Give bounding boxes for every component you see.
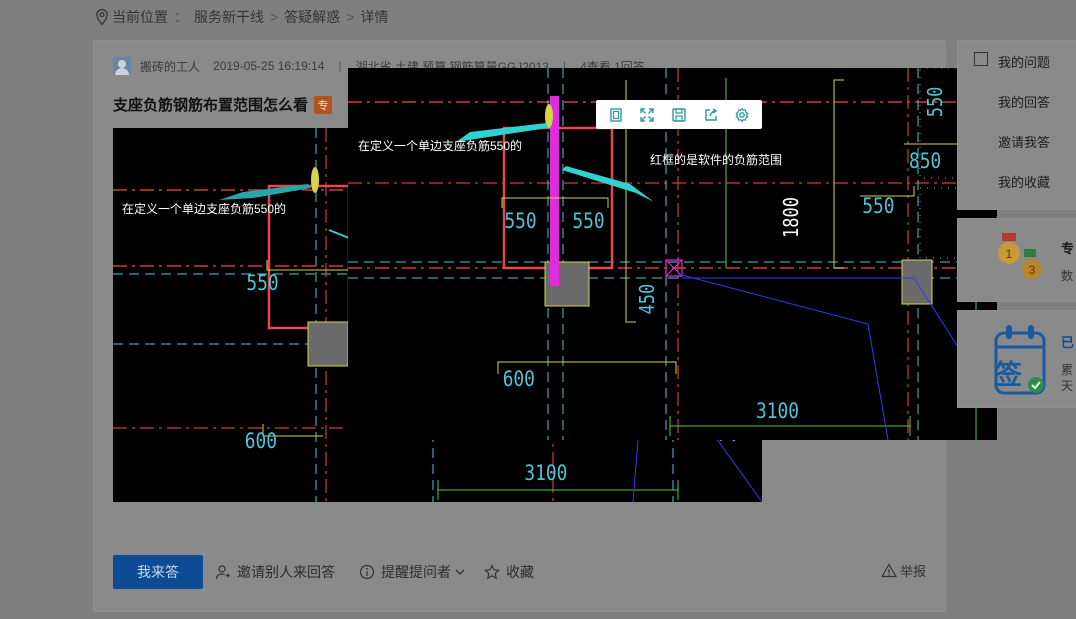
sign-status: 已 (1061, 335, 1075, 350)
sidebar-menu: 我的问题 我的回答 邀请我答 我的收藏 (957, 40, 1076, 210)
chevron-down-icon (455, 569, 465, 575)
sign-streak-line1: 累 (1061, 363, 1074, 377)
expert-subtitle: 数 (1061, 269, 1074, 283)
sidebar-signin-card[interactable]: 签 已 累 天 (957, 310, 1076, 408)
sign-streak-line2: 天 (1061, 379, 1074, 393)
invite-label: 邀请别人来回答 (237, 564, 335, 580)
share-icon[interactable] (700, 104, 722, 126)
breadcrumb-item-service[interactable]: 服务新干线 (194, 7, 264, 27)
sign-icon-text: 签 (995, 360, 1022, 390)
original-size-icon[interactable] (605, 104, 627, 126)
info-circle-icon (359, 564, 375, 580)
invite-user-icon (215, 565, 230, 580)
drawing-note-left: 在定义一个单边支座负筋550的 (358, 139, 523, 153)
post-datetime: 2019-05-25 16:19:14 (213, 59, 325, 73)
report-button[interactable]: 举报 (881, 561, 926, 580)
medal-icon: 1 3 (998, 233, 1042, 279)
author-name[interactable]: 搬砖的工人 (140, 58, 200, 75)
svg-text:550: 550 (925, 87, 948, 118)
sidebar-item-invited[interactable]: 邀请我答 (998, 132, 1050, 151)
svg-text:450: 450 (637, 284, 660, 315)
sidebar-expert-card[interactable]: 1 3 专 数 (957, 218, 1076, 302)
breadcrumb-item-qa[interactable]: 答疑解惑 (284, 7, 340, 27)
svg-text:3100: 3100 (524, 461, 567, 486)
svg-text:850: 850 (909, 149, 941, 174)
save-icon[interactable] (668, 104, 690, 126)
meta-divider: | (338, 59, 342, 73)
breadcrumb-prefix: 当前位置 (112, 9, 168, 25)
breadcrumb-colon: ： (174, 9, 188, 25)
fullscreen-icon[interactable] (636, 104, 658, 126)
answer-actions: 我来答 邀请别人来回答 提醒提问者 收藏 (113, 555, 534, 589)
star-icon (484, 564, 500, 580)
favorite-button[interactable]: 收藏 (484, 562, 534, 582)
svg-text:1800: 1800 (781, 197, 804, 238)
expert-badge: 专 (314, 95, 333, 114)
svg-text:1: 1 (1006, 247, 1013, 261)
location-pin-icon (96, 8, 108, 26)
svg-text:600: 600 (245, 429, 277, 454)
report-label: 举报 (900, 564, 927, 579)
breadcrumb-separator: > (270, 9, 279, 25)
svg-text:3100: 3100 (756, 399, 799, 424)
expert-title: 专 (1061, 241, 1075, 256)
svg-text:550: 550 (572, 209, 604, 234)
remind-label: 提醒提问者 (381, 564, 451, 580)
answer-button[interactable]: 我来答 (113, 555, 203, 589)
sidebar-item-favorites[interactable]: 我的收藏 (998, 172, 1050, 191)
sidebar-item-my-questions[interactable]: 我的问题 (998, 52, 1050, 71)
avatar[interactable] (113, 57, 131, 75)
image-viewer-toolbar (596, 100, 762, 129)
svg-text:3: 3 (1029, 263, 1036, 277)
remind-button[interactable]: 提醒提问者 (359, 562, 466, 582)
breadcrumb: 当前位置 ： 服务新干线 > 答疑解惑 > 详情 (94, 6, 388, 28)
svg-text:550: 550 (504, 209, 536, 234)
sidebar-item-my-answers[interactable]: 我的回答 (998, 92, 1050, 111)
question-title-row: 支座负筋钢筋布置范围怎么看 专 (113, 94, 333, 115)
warning-icon (881, 563, 897, 578)
breadcrumb-separator: > (346, 9, 355, 25)
settings-icon[interactable] (731, 104, 753, 126)
svg-text:600: 600 (503, 367, 535, 392)
drawing-note-left-bg: 在定义一个单边支座负筋550的 (122, 202, 287, 216)
svg-text:550: 550 (862, 194, 894, 219)
favorite-label: 收藏 (506, 564, 534, 580)
invite-button[interactable]: 邀请别人来回答 (215, 562, 335, 582)
question-title: 支座负筋钢筋布置范围怎么看 (113, 97, 309, 114)
question-icon (974, 52, 988, 66)
breadcrumb-item-detail: 详情 (360, 9, 389, 25)
drawing-note-red-frame: 红框的是软件的负筋范围 (650, 153, 783, 167)
svg-text:550: 550 (246, 271, 278, 296)
